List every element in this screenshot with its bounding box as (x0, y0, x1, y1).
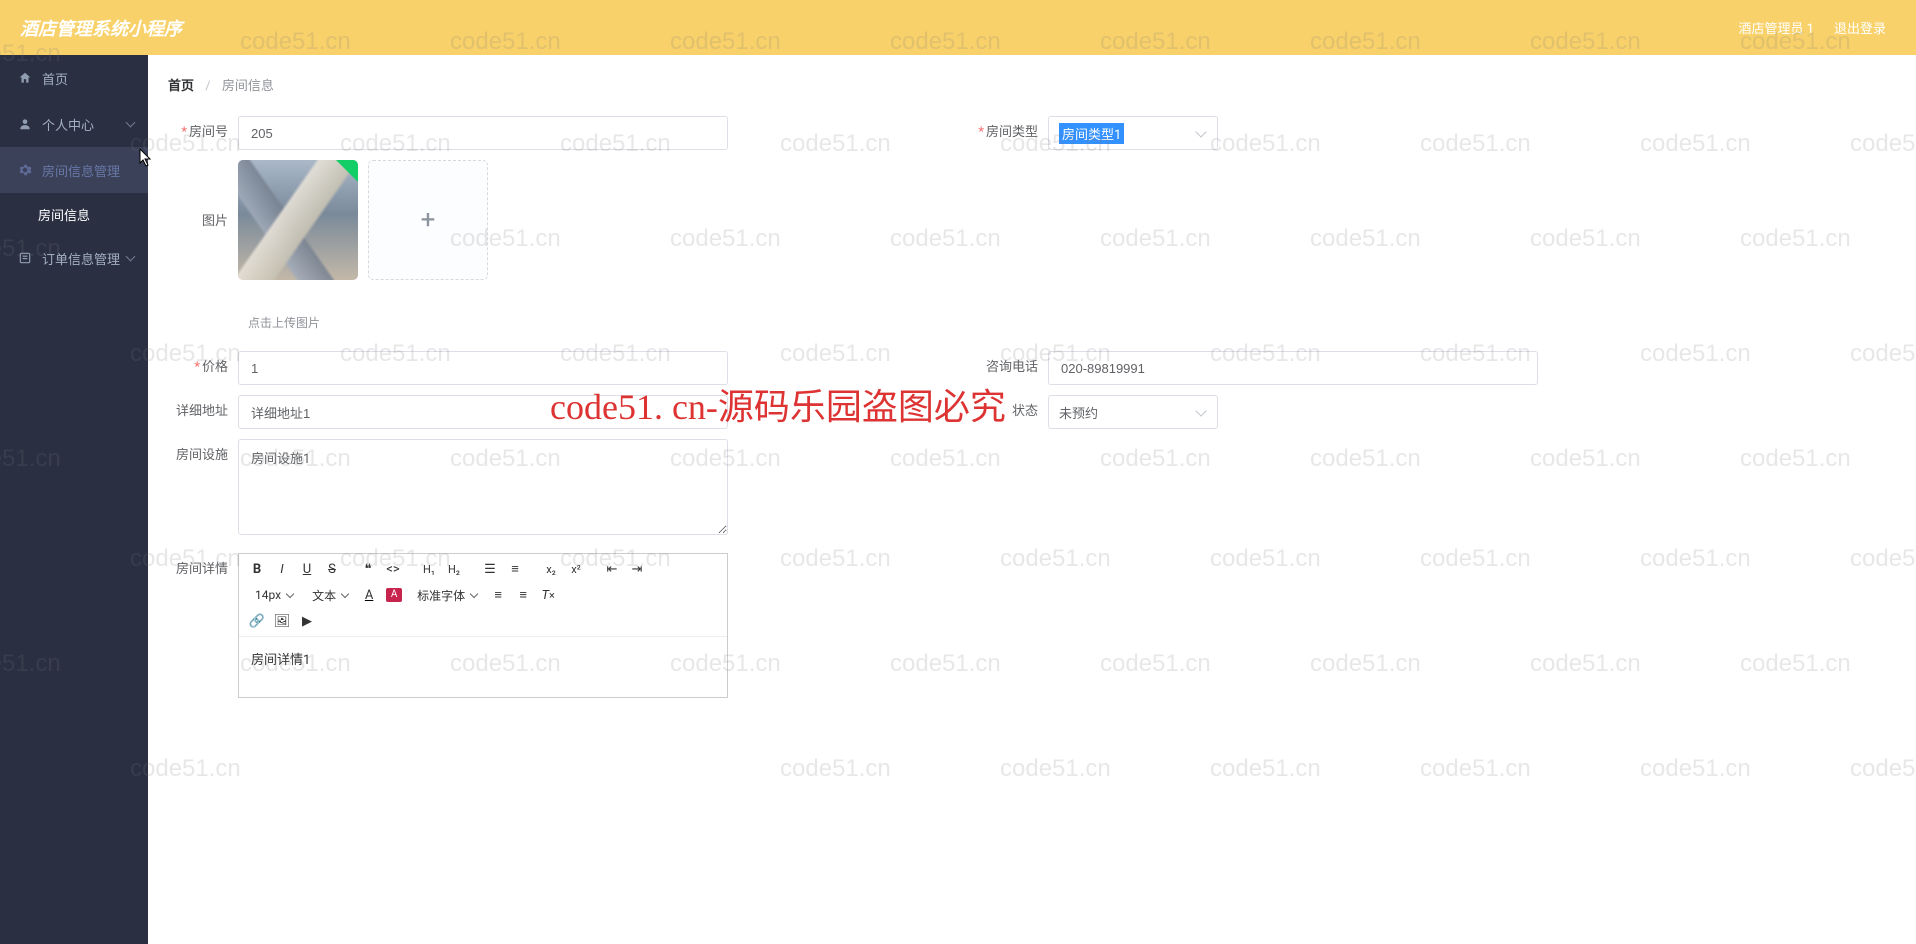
breadcrumb-home[interactable]: 首页 (168, 79, 194, 94)
uploaded-image-thumb[interactable] (238, 160, 358, 280)
room-type-select[interactable]: 房间类型1 (1048, 116, 1218, 150)
code-icon[interactable]: <> (381, 558, 405, 580)
quote-icon[interactable]: ❝ (356, 558, 380, 580)
image-icon[interactable]: 🖼 (270, 610, 294, 632)
editor-toolbar: B I U S ❝ <> H₁ H₂ ☰ ≡ (239, 554, 727, 637)
sidebar: 首页 个人中心 房间信息管理 房间信息 订单信息管 (0, 55, 148, 944)
gear-icon (18, 163, 32, 177)
indent-left-icon[interactable]: ⇤ (600, 558, 624, 580)
sidebar-item-label: 订单信息管理 (42, 249, 120, 268)
status-select[interactable]: 未预约 (1048, 395, 1218, 429)
user-icon (18, 117, 32, 131)
sidebar-item-personal[interactable]: 个人中心 (0, 101, 148, 147)
sidebar-item-order-manage[interactable]: 订单信息管理 (0, 235, 148, 281)
room-no-label: *房间号 (168, 116, 238, 150)
sidebar-sub-label: 房间信息 (38, 205, 90, 224)
indent-right-icon[interactable]: ⇥ (625, 558, 649, 580)
image-upload-hint: 点击上传图片 (248, 314, 1896, 331)
sidebar-sub-room-info[interactable]: 房间信息 (0, 193, 148, 235)
sidebar-item-label: 首页 (42, 69, 68, 88)
room-type-value: 房间类型1 (1059, 123, 1124, 144)
status-label: 状态 (978, 395, 1048, 429)
align-left-icon[interactable]: ≡ (486, 584, 510, 606)
sidebar-item-label: 个人中心 (42, 115, 94, 134)
h2-icon[interactable]: H₂ (442, 558, 466, 580)
font-size-select[interactable]: 14px (249, 584, 297, 606)
subscript-icon[interactable]: x₂ (539, 558, 563, 580)
header: 酒店管理系统小程序 酒店管理员 1 退出登录 (0, 0, 1916, 55)
underline-icon[interactable]: U (295, 558, 319, 580)
image-label: 图片 (168, 160, 238, 229)
bg-color-icon[interactable]: A (382, 584, 406, 606)
room-type-label: *房间类型 (978, 116, 1048, 150)
logout-link[interactable]: 退出登录 (1834, 18, 1886, 37)
user-label[interactable]: 酒店管理员 1 (1738, 18, 1814, 37)
superscript-icon[interactable]: x² (564, 558, 588, 580)
address-input[interactable] (238, 395, 728, 429)
rich-text-editor: B I U S ❝ <> H₁ H₂ ☰ ≡ (238, 553, 728, 698)
breadcrumb-current: 房间信息 (222, 79, 274, 94)
link-icon[interactable]: 🔗 (245, 610, 269, 632)
editor-content[interactable]: 房间详情1 (239, 637, 727, 697)
sidebar-item-label: 房间信息管理 (42, 161, 120, 180)
text-color-icon[interactable]: A (357, 584, 381, 606)
price-input[interactable] (238, 351, 728, 385)
clear-format-icon[interactable]: T× (536, 584, 560, 606)
facility-label: 房间设施 (168, 439, 238, 473)
add-image-button[interactable]: + (368, 160, 488, 280)
room-no-input[interactable] (238, 116, 728, 150)
app-title: 酒店管理系统小程序 (20, 15, 182, 41)
sidebar-item-room-manage[interactable]: 房间信息管理 (0, 147, 148, 193)
sidebar-item-home[interactable]: 首页 (0, 55, 148, 101)
italic-icon[interactable]: I (270, 558, 294, 580)
h1-icon[interactable]: H₁ (417, 558, 441, 580)
video-icon[interactable]: ▶ (295, 610, 319, 632)
phone-label: 咨询电话 (978, 351, 1048, 385)
detail-label: 房间详情 (168, 553, 238, 587)
plus-icon: + (421, 205, 436, 235)
bold-icon[interactable]: B (245, 558, 269, 580)
list-icon (18, 251, 32, 265)
unordered-list-icon[interactable]: ≡ (503, 558, 527, 580)
align-center-icon[interactable]: ≡ (511, 584, 535, 606)
phone-input[interactable] (1048, 351, 1538, 385)
status-value: 未预约 (1059, 403, 1098, 422)
home-icon (18, 71, 32, 85)
strike-icon[interactable]: S (320, 558, 344, 580)
price-label: *价格 (168, 351, 238, 385)
content: 首页 / 房间信息 *房间号 *房间类型 房间类型1 (148, 55, 1916, 944)
facility-textarea[interactable] (238, 439, 728, 535)
heading-select[interactable]: 文本 (306, 584, 352, 606)
address-label: 详细地址 (168, 395, 238, 429)
font-family-select[interactable]: 标准字体 (411, 584, 481, 606)
ordered-list-icon[interactable]: ☰ (478, 558, 502, 580)
breadcrumb: 首页 / 房间信息 (148, 55, 1916, 106)
